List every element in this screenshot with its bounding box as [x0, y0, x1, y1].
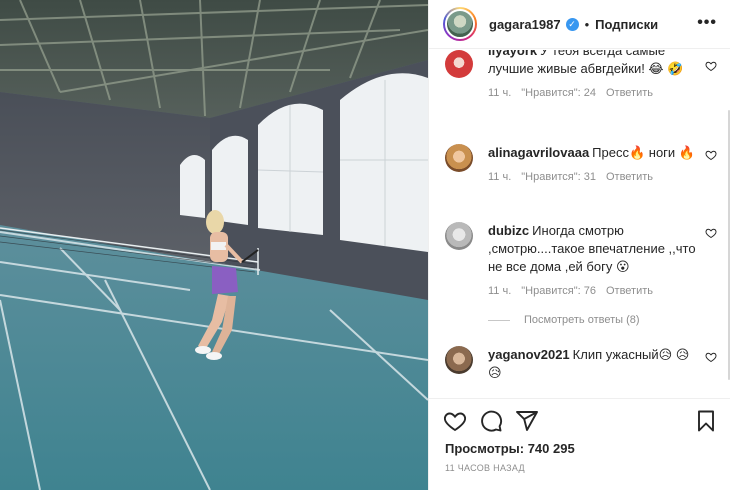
- commenter-avatar[interactable]: [445, 346, 473, 374]
- comment-item: alinagavrilovaaa Пресс🔥 ноги 🔥 11 ч. "Нра…: [445, 144, 717, 183]
- commenter-avatar[interactable]: [445, 144, 473, 172]
- view-replies-button[interactable]: Посмотреть ответы (8): [488, 314, 640, 326]
- more-options-icon[interactable]: •••: [697, 14, 717, 32]
- comment-meta: 11 ч. "Нравится": 76 Ответить: [488, 285, 717, 297]
- comment-text-block: alinagavrilovaaa Пресс🔥 ноги 🔥: [488, 144, 698, 162]
- like-heart-icon[interactable]: [443, 409, 467, 433]
- comment-likes[interactable]: "Нравится": 24: [521, 87, 596, 99]
- following-button[interactable]: Подписки: [595, 17, 658, 32]
- comment-username[interactable]: dubizc: [488, 223, 529, 238]
- separator-dot: •: [584, 16, 590, 32]
- post-video[interactable]: [0, 0, 428, 490]
- comment-item: ilyayork У тебя всегда самые лучшие живые…: [445, 50, 717, 99]
- reply-button[interactable]: Ответить: [606, 285, 653, 297]
- comment-item: dubizc Иногда смотрю ,смотрю....такое впе…: [445, 222, 717, 297]
- commenter-avatar[interactable]: [445, 222, 473, 250]
- comment-text-block: yaganov2021 Клип ужасный😥 😥😥: [488, 346, 698, 382]
- reply-button[interactable]: Ответить: [606, 171, 653, 183]
- reply-button[interactable]: Ответить: [606, 87, 653, 99]
- post-side-panel: gagara1987 ✓ • Подписки ••• ilyayork У те…: [428, 0, 730, 490]
- comment-meta: 11 ч. "Нравится": 24 Ответить: [488, 87, 717, 99]
- replies-divider-line: [488, 319, 510, 321]
- comment-time[interactable]: 11 ч.: [488, 87, 511, 99]
- view-replies-label: Посмотреть ответы (8): [524, 314, 640, 326]
- post-header: gagara1987 ✓ • Подписки •••: [429, 0, 730, 49]
- verified-badge-icon: ✓: [565, 17, 579, 31]
- comments-list[interactable]: ilyayork У тебя всегда самые лучшие живые…: [429, 50, 730, 397]
- heart-icon[interactable]: [705, 227, 717, 239]
- comment-time[interactable]: 11 ч.: [488, 285, 511, 297]
- heart-icon[interactable]: [705, 60, 717, 72]
- bookmark-icon[interactable]: [694, 409, 718, 433]
- comment-time[interactable]: 11 ч.: [488, 171, 511, 183]
- post-timestamp[interactable]: 11 ЧАСОВ НАЗАД: [445, 463, 525, 473]
- comment-username[interactable]: ilyayork: [488, 50, 537, 58]
- tennis-court-scene: [0, 0, 428, 490]
- comment-item: yaganov2021 Клип ужасный😥 😥😥: [445, 346, 717, 382]
- author-avatar[interactable]: [443, 7, 477, 41]
- comment-meta: 11 ч. "Нравится": 31 Ответить: [488, 171, 717, 183]
- heart-icon[interactable]: [705, 351, 717, 363]
- comment-likes[interactable]: "Нравится": 31: [521, 171, 596, 183]
- comment-text-block: dubizc Иногда смотрю ,смотрю....такое впе…: [488, 222, 698, 276]
- comment-text: Пресс🔥 ноги 🔥: [592, 145, 695, 160]
- post-actions: Просмотры: 740 295 11 ЧАСОВ НАЗАД: [429, 398, 730, 490]
- author-username[interactable]: gagara1987: [489, 17, 561, 32]
- commenter-avatar[interactable]: [445, 50, 473, 78]
- heart-icon[interactable]: [705, 149, 717, 161]
- comment-username[interactable]: alinagavrilovaaa: [488, 145, 589, 160]
- share-icon[interactable]: [515, 409, 539, 433]
- comment-likes[interactable]: "Нравится": 76: [521, 285, 596, 297]
- comment-username[interactable]: yaganov2021: [488, 347, 570, 362]
- comment-icon[interactable]: [479, 409, 503, 433]
- comment-text-block: ilyayork У тебя всегда самые лучшие живые…: [488, 50, 698, 78]
- views-count[interactable]: Просмотры: 740 295: [445, 441, 575, 456]
